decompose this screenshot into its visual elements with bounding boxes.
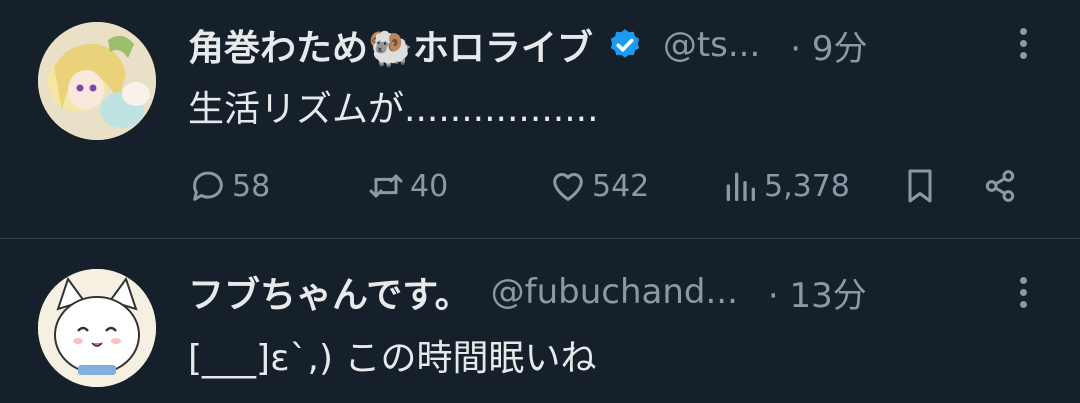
timestamp[interactable]: · 9分: [790, 21, 867, 70]
timestamp[interactable]: · 13分: [768, 268, 867, 317]
retweet-icon: [369, 174, 403, 198]
tweet-actions: 58 40 542 5,378: [188, 162, 1028, 210]
reply-button[interactable]: 58: [188, 162, 270, 210]
tweet-header: 角巻わため🐏ホロライブ @ts... · 9分: [188, 20, 868, 70]
like-count: 542: [592, 168, 650, 204]
share-button[interactable]: [980, 162, 1020, 210]
tweet-text: 生活リズムが.................: [188, 89, 599, 130]
share-icon: [985, 170, 1015, 202]
more-icon[interactable]: [1016, 28, 1030, 62]
bookmark-icon: [908, 169, 932, 203]
avatar[interactable]: [38, 269, 156, 387]
more-icon[interactable]: [1016, 277, 1030, 311]
like-icon: [553, 173, 583, 201]
avatar[interactable]: [38, 22, 156, 140]
retweet-button[interactable]: 40: [366, 162, 448, 210]
handle[interactable]: @ts...: [663, 25, 760, 65]
bookmark-button[interactable]: [900, 162, 940, 210]
reply-count: 58: [232, 168, 271, 204]
tweet[interactable]: 角巻わため🐏ホロライブ @ts... · 9分 生活リズムが..........…: [0, 0, 1080, 239]
reply-icon: [193, 171, 223, 201]
tweet-header: フブちゃんです。 @fubuchand... · 13分: [188, 267, 867, 317]
verified-icon: [610, 29, 640, 58]
view-count: 5,378: [764, 168, 850, 204]
retweet-count: 40: [410, 168, 449, 204]
views-icon: [726, 172, 755, 201]
display-name[interactable]: 角巻わため🐏ホロライブ: [188, 19, 593, 71]
handle[interactable]: @fubuchand...: [491, 272, 738, 312]
views-button[interactable]: 5,378: [720, 162, 850, 210]
display-name[interactable]: フブちゃんです。: [188, 266, 471, 318]
tweet-text: [___]ε`,) この時間眠いね: [188, 338, 597, 379]
tweet[interactable]: フブちゃんです。 @fubuchand... · 13分 [___]ε`,) こ…: [0, 239, 1080, 403]
like-button[interactable]: 542: [548, 162, 649, 210]
